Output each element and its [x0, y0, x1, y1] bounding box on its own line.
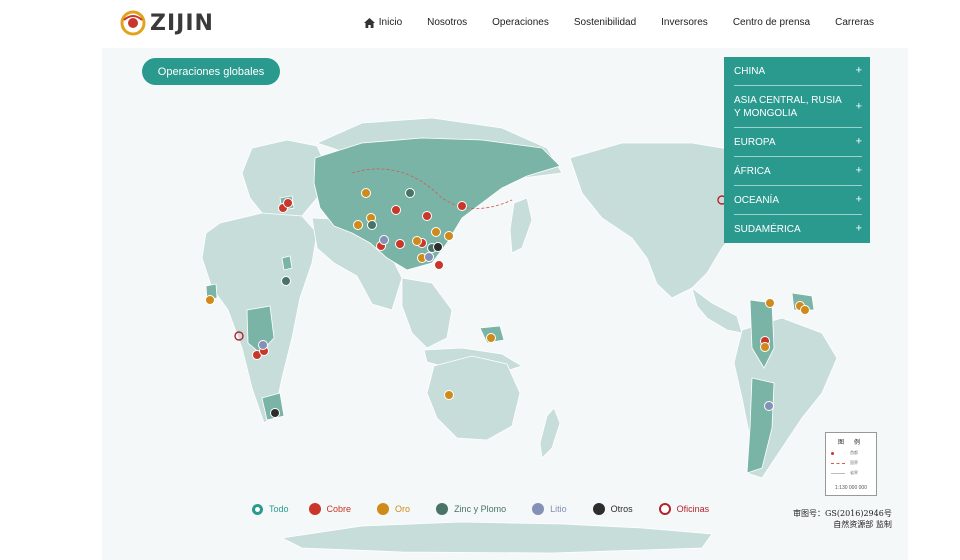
- plus-icon: +: [855, 164, 862, 177]
- region-label: CHINA: [734, 66, 766, 77]
- nav-label: Sostenibilidad: [573, 17, 637, 28]
- plus-icon: +: [855, 222, 862, 235]
- map-legend-box: 图 例 首都 国界 省界 1:130 000 000: [825, 432, 877, 496]
- region-item-asia-central[interactable]: ASIA CENTRAL, RUSIA Y MONGOLIA +: [734, 86, 862, 128]
- region-item-africa[interactable]: ÁFRICA +: [734, 157, 862, 186]
- zinc-dot-icon: [436, 503, 449, 515]
- filter-label: Cobre: [326, 504, 352, 514]
- region-label: SUDAMÉRICA: [734, 224, 801, 235]
- gold-dot-icon: [377, 503, 390, 515]
- nav-label: Inversores: [661, 17, 708, 28]
- nav-label: Centro de prensa: [732, 17, 811, 28]
- nav-label: Operaciones: [492, 17, 549, 28]
- filter-oficinas[interactable]: Oficinas: [658, 503, 710, 515]
- nav-item-inversores[interactable]: Inversores: [661, 17, 708, 28]
- region-item-sudamerica[interactable]: SUDAMÉRICA +: [734, 215, 862, 243]
- plus-icon: +: [855, 64, 862, 77]
- copper-dot-icon: [308, 503, 321, 515]
- nav-label: Nosotros: [427, 17, 468, 28]
- filter-otros[interactable]: Otros: [592, 503, 633, 515]
- filter-litio[interactable]: Litio: [532, 503, 567, 515]
- nav-item-inicio[interactable]: Inicio: [363, 17, 403, 28]
- plus-icon: +: [855, 100, 862, 112]
- zijin-logo-icon: [120, 10, 146, 36]
- filter-label: Oro: [395, 504, 411, 514]
- map-legend-title: 图 例: [838, 439, 864, 446]
- filter-oro[interactable]: Oro: [377, 503, 410, 515]
- map-legend-label: 首都: [850, 450, 858, 455]
- map-legend-row: 省界: [831, 470, 876, 476]
- border-line-icon: [831, 462, 845, 464]
- brand-logo[interactable]: ZIJIN: [120, 10, 214, 36]
- region-panel: CHINA + ASIA CENTRAL, RUSIA Y MONGOLIA +…: [724, 57, 870, 243]
- home-icon: [363, 17, 375, 28]
- capital-dot-icon: [831, 451, 834, 455]
- global-operations-button[interactable]: Operaciones globales: [142, 58, 280, 85]
- office-ring-icon: [658, 503, 671, 515]
- nav-item-centro-de-prensa[interactable]: Centro de prensa: [733, 17, 810, 28]
- brand-name: ZIJIN: [150, 10, 214, 36]
- region-item-china[interactable]: CHINA +: [734, 57, 862, 86]
- map-legend-label: 省界: [850, 470, 858, 475]
- main-nav: Inicio Nosotros Operaciones Sostenibilid…: [339, 17, 874, 28]
- map-scale: 1:130 000 000: [835, 485, 867, 491]
- region-item-oceania[interactable]: OCEANÍA +: [734, 186, 862, 215]
- site-header: ZIJIN Inicio Nosotros Operaciones Sosten…: [0, 0, 960, 48]
- ring-filled-icon: [252, 503, 263, 515]
- nav-label: Carreras: [835, 17, 874, 28]
- filter-label: Otros: [610, 504, 633, 514]
- filter-todo[interactable]: Todo: [252, 503, 289, 515]
- region-item-europa[interactable]: EUROPA +: [734, 128, 862, 157]
- region-label: OCEANÍA: [734, 195, 780, 206]
- region-label: ÁFRICA: [734, 166, 771, 177]
- others-dot-icon: [592, 503, 605, 515]
- province-line-icon: [831, 472, 845, 474]
- filter-label: Todo: [269, 504, 289, 514]
- nav-item-carreras[interactable]: Carreras: [835, 17, 874, 28]
- plus-icon: +: [855, 193, 862, 206]
- nav-item-operaciones[interactable]: Operaciones: [492, 17, 549, 28]
- plus-icon: +: [855, 135, 862, 148]
- filter-label: Litio: [550, 504, 567, 514]
- nav-label: Inicio: [378, 17, 403, 28]
- filter-cobre[interactable]: Cobre: [308, 503, 352, 515]
- approval-line: 自然资源部 监制: [833, 520, 892, 529]
- lithium-dot-icon: [532, 503, 545, 515]
- filter-label: Oficinas: [676, 504, 710, 514]
- nav-item-nosotros[interactable]: Nosotros: [427, 17, 467, 28]
- map-legend-label: 国界: [850, 460, 858, 465]
- nav-item-sostenibilidad[interactable]: Sostenibilidad: [574, 17, 636, 28]
- map-legend-row: 国界: [831, 460, 876, 466]
- region-label: EUROPA: [734, 137, 776, 148]
- map-legend-row: 首都: [831, 450, 876, 456]
- map-approval-note: 审图号：GS(2016)2946号 自然资源部 监制: [793, 508, 892, 530]
- approval-line: 审图号：GS(2016)2946号: [793, 509, 892, 518]
- filter-label: Zinc y Plomo: [454, 504, 507, 514]
- region-label: ASIA CENTRAL, RUSIA Y MONGOLIA: [734, 95, 842, 119]
- filter-zinc-plomo[interactable]: Zinc y Plomo: [436, 503, 506, 515]
- mineral-filter-legend: Todo Cobre Oro Zinc y Plomo Litio Otros …: [252, 503, 709, 515]
